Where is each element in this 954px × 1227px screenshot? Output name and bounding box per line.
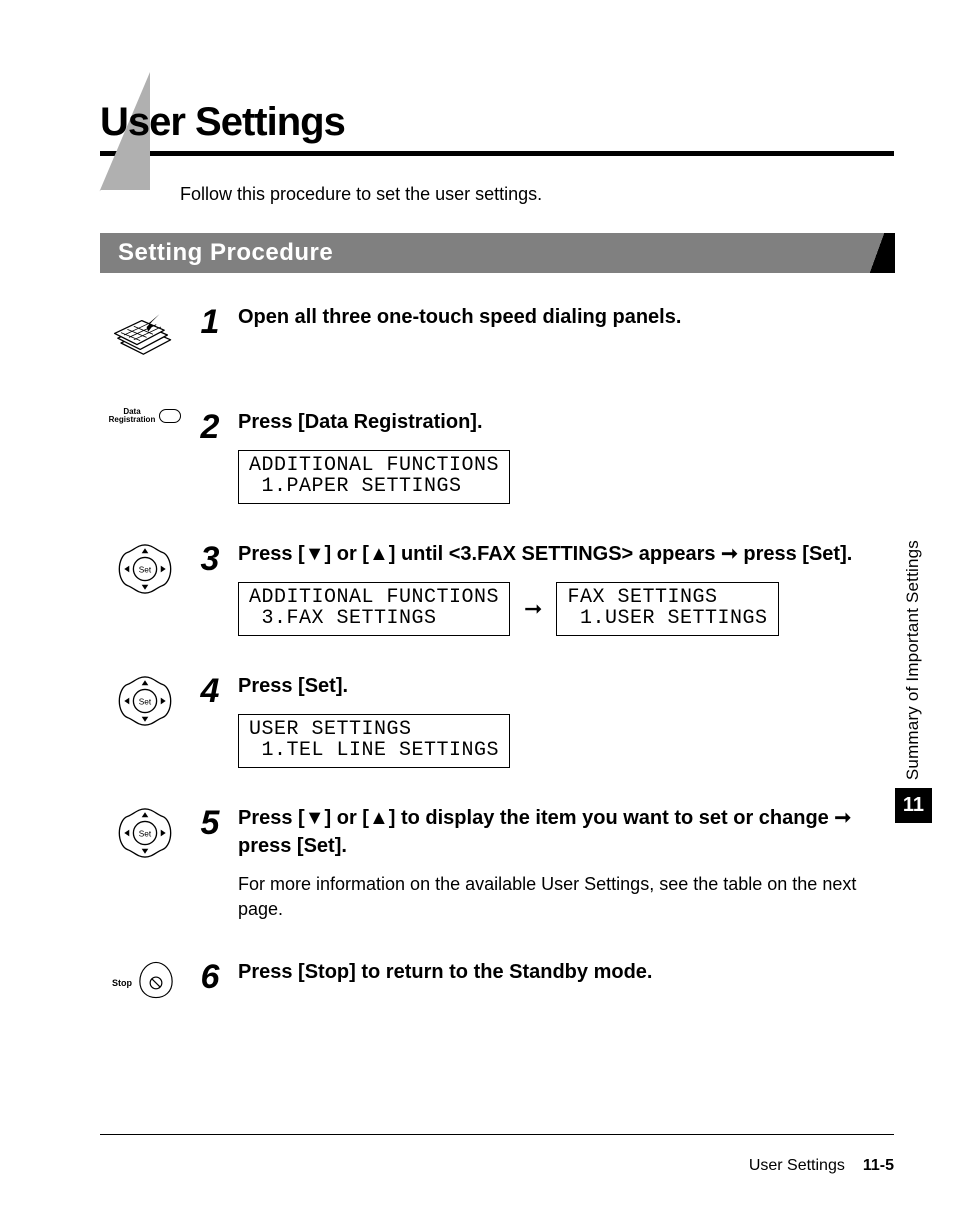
svg-text:Set: Set — [139, 829, 152, 838]
step-icon-column: Set — [100, 540, 190, 603]
footer-section: User Settings — [749, 1157, 845, 1175]
step-body: Press [Data Registration]. ADDITIONAL FUN… — [238, 408, 894, 504]
lcd-row: ADDITIONAL FUNCTIONS 3.FAX SETTINGS ➞ FAX … — [238, 582, 894, 636]
step-title: Press [Data Registration]. — [238, 408, 894, 436]
title-block: User Settings — [100, 100, 894, 156]
step-description: For more information on the available Us… — [238, 872, 894, 922]
step-number: 1 — [190, 303, 230, 339]
step-icon-column — [100, 303, 190, 372]
chapter-number-box: 11 — [895, 788, 932, 823]
lcd-display: FAX SETTINGS 1.USER SETTINGS — [556, 582, 778, 636]
intro-text: Follow this procedure to set the user se… — [180, 184, 894, 205]
page-title: User Settings — [100, 100, 894, 145]
step-title: Press [▼] or [▲] to display the item you… — [238, 804, 894, 860]
step: 1 Open all three one-touch speed dialing … — [100, 303, 894, 372]
step-number: 2 — [190, 408, 230, 444]
step-body: Press [Stop] to return to the Standby mo… — [238, 958, 894, 986]
page-footer: User Settings 11-5 — [749, 1157, 894, 1175]
manual-page: User Settings Follow this procedure to s… — [0, 0, 954, 1227]
step-icon-column: Stop — [100, 958, 190, 1007]
step: Set 4 Press [Set]. USER SETTINGS 1.TEL LIN… — [100, 672, 894, 768]
step-number: 5 — [190, 804, 230, 840]
step-body: Open all three one-touch speed dialing p… — [238, 303, 894, 331]
section-heading: Setting Procedure — [100, 233, 894, 273]
step-number: 3 — [190, 540, 230, 576]
step-icon-column: Set — [100, 804, 190, 867]
data-registration-key-icon — [159, 409, 181, 423]
set-button-icon: Set — [116, 672, 174, 735]
data-registration-label: DataRegistration — [109, 408, 156, 424]
stop-key-icon — [134, 958, 178, 1007]
step-title: Press [Set]. — [238, 672, 894, 700]
step-number: 6 — [190, 958, 230, 994]
step: Stop 6 Press [Stop] to return to the Stan… — [100, 958, 894, 1007]
panel-illustration-icon — [113, 303, 177, 372]
step-icon-column: Set — [100, 672, 190, 735]
stop-button-icon: Stop — [112, 958, 178, 1007]
step-body: Press [▼] or [▲] until <3.FAX SETTINGS> … — [238, 540, 894, 636]
svg-text:Set: Set — [139, 565, 152, 574]
steps-container: 1 Open all three one-touch speed dialing … — [100, 303, 894, 1007]
stop-label: Stop — [112, 978, 132, 988]
triangle-cut — [73, 190, 181, 215]
set-button-icon: Set — [116, 804, 174, 867]
lcd-display: ADDITIONAL FUNCTIONS 3.FAX SETTINGS — [238, 582, 510, 636]
lcd-display: ADDITIONAL FUNCTIONS 1.PAPER SETTINGS — [238, 450, 510, 504]
data-registration-button-icon: DataRegistration — [109, 408, 182, 424]
set-button-icon: Set — [116, 540, 174, 603]
lcd-display: USER SETTINGS 1.TEL LINE SETTINGS — [238, 714, 510, 768]
step-title: Press [Stop] to return to the Standby mo… — [238, 958, 894, 986]
step-title: Press [▼] or [▲] until <3.FAX SETTINGS> … — [238, 540, 894, 568]
footer-page-number: 11-5 — [863, 1157, 894, 1175]
lcd-row: ADDITIONAL FUNCTIONS 1.PAPER SETTINGS — [238, 450, 894, 504]
svg-text:Set: Set — [139, 697, 152, 706]
step-body: Press [▼] or [▲] to display the item you… — [238, 804, 894, 922]
step: DataRegistration 2Press [Data Registrati… — [100, 408, 894, 504]
title-rule — [100, 151, 894, 156]
side-tab: Summary of Important Settings 11 — [895, 540, 932, 823]
step-body: Press [Set]. USER SETTINGS 1.TEL LINE SET… — [238, 672, 894, 768]
step: Set 3 Press [▼] or [▲] until <3.FAX SETTI… — [100, 540, 894, 636]
step-title: Open all three one-touch speed dialing p… — [238, 303, 894, 331]
step: Set 5Press [▼] or [▲] to display the ite… — [100, 804, 894, 922]
step-number: 4 — [190, 672, 230, 708]
footer-rule — [100, 1134, 894, 1135]
step-icon-column: DataRegistration — [100, 408, 190, 424]
arrow-icon: ➞ — [524, 596, 542, 622]
side-tab-label: Summary of Important Settings — [903, 540, 923, 780]
lcd-row: USER SETTINGS 1.TEL LINE SETTINGS — [238, 714, 894, 768]
